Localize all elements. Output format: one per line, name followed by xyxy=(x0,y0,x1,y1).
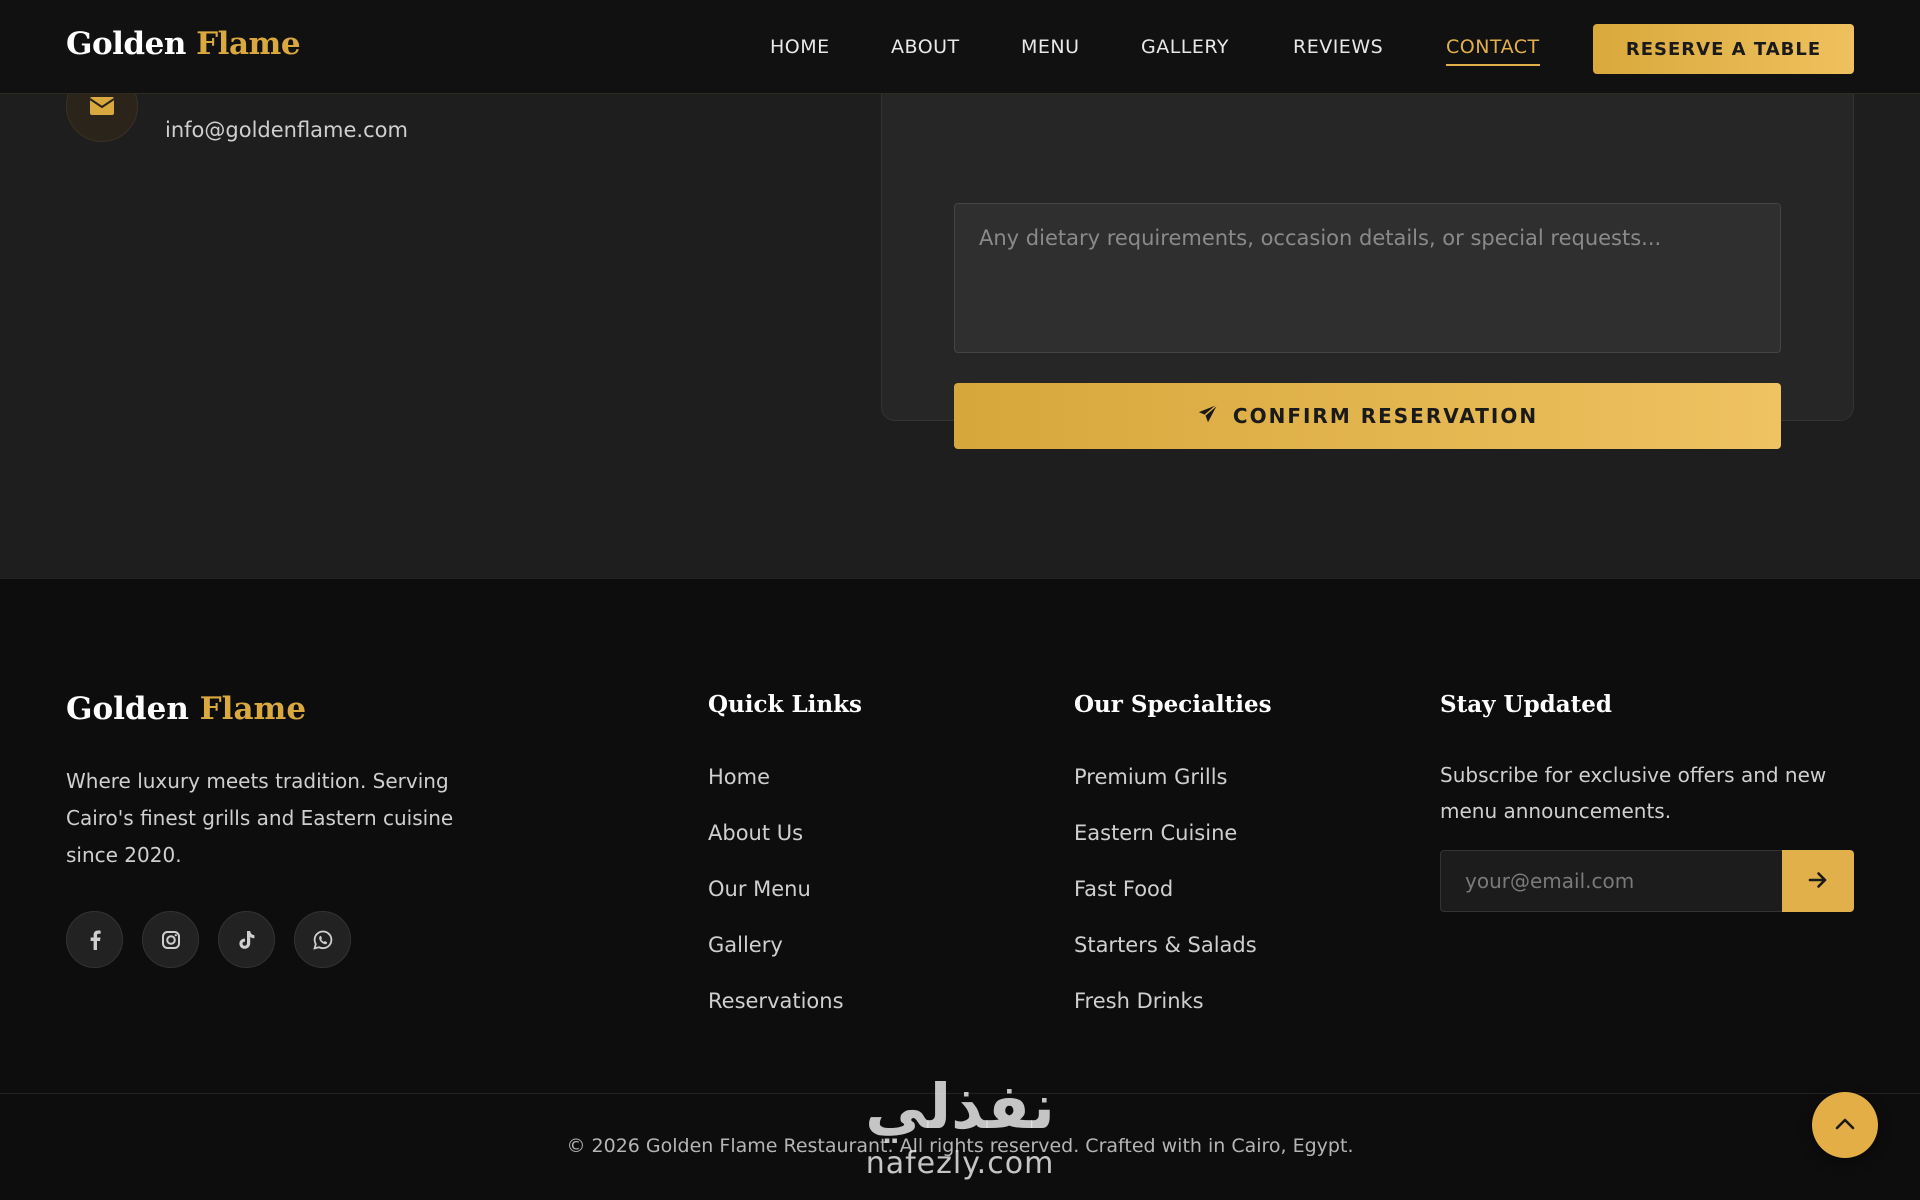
nav-link-home[interactable]: HOME xyxy=(770,36,830,58)
paper-plane-icon xyxy=(1197,403,1219,430)
reserve-table-button[interactable]: RESERVE A TABLE xyxy=(1593,24,1854,74)
specialty-fresh-drinks[interactable]: Fresh Drinks xyxy=(1074,989,1257,1045)
arrow-right-icon xyxy=(1808,871,1828,892)
nav-link-about[interactable]: ABOUT xyxy=(891,36,960,58)
newsletter-form xyxy=(1440,850,1854,912)
specialty-fast-food[interactable]: Fast Food xyxy=(1074,877,1257,933)
social-links xyxy=(66,911,351,968)
footer: Golden Flame Where luxury meets traditio… xyxy=(0,578,1920,1200)
specialties-list: Premium Grills Eastern Cuisine Fast Food… xyxy=(1074,765,1257,1045)
chevron-up-icon xyxy=(1834,1117,1856,1134)
newsletter-title: Stay Updated xyxy=(1440,691,1612,718)
quick-link-reservations[interactable]: Reservations xyxy=(708,989,844,1045)
nav-link-gallery[interactable]: GALLERY xyxy=(1141,36,1229,58)
navbar: Golden Flame HOME ABOUT MENU GALLERY REV… xyxy=(0,0,1920,94)
specialties-title: Our Specialties xyxy=(1074,691,1272,718)
confirm-reservation-label: CONFIRM RESERVATION xyxy=(1232,404,1539,428)
newsletter-submit-button[interactable] xyxy=(1782,850,1854,912)
quick-links-title: Quick Links xyxy=(708,691,862,718)
brand-name-second: Flame xyxy=(196,26,301,62)
specialty-starters-salads[interactable]: Starters & Salads xyxy=(1074,933,1257,989)
copyright-text: © 2026 Golden Flame Restaurant. All righ… xyxy=(566,1135,1354,1157)
reservation-form-card: CONFIRM RESERVATION xyxy=(881,54,1854,449)
footer-description: Where luxury meets tradition. Serving Ca… xyxy=(66,769,454,867)
newsletter-text: Subscribe for exclusive offers and new m… xyxy=(1440,763,1827,823)
tiktok-icon[interactable] xyxy=(218,911,275,968)
back-to-top-button[interactable] xyxy=(1812,1092,1878,1158)
quick-links-list: Home About Us Our Menu Gallery Reservati… xyxy=(708,765,844,1045)
nav-link-menu[interactable]: MENU xyxy=(1021,36,1080,58)
watermark-arabic: نفذلي xyxy=(865,1070,1055,1143)
instagram-icon[interactable] xyxy=(142,911,199,968)
newsletter-email-input[interactable] xyxy=(1440,850,1782,912)
quick-link-about[interactable]: About Us xyxy=(708,821,844,877)
special-requests-field[interactable] xyxy=(954,203,1781,353)
quick-link-menu[interactable]: Our Menu xyxy=(708,877,844,933)
brand-logo[interactable]: Golden Flame xyxy=(66,26,301,62)
footer-divider xyxy=(0,1093,1920,1094)
footer-brand-logo[interactable]: Golden Flame xyxy=(66,691,306,727)
footer-brand-first: Golden xyxy=(66,691,189,727)
confirm-reservation-button[interactable]: CONFIRM RESERVATION xyxy=(954,383,1781,449)
quick-link-gallery[interactable]: Gallery xyxy=(708,933,844,989)
footer-brand-second: Flame xyxy=(199,691,307,727)
nav-link-contact[interactable]: CONTACT xyxy=(1446,36,1540,66)
watermark: نفذلي nafezly.com xyxy=(850,1071,1070,1181)
brand-name-first: Golden xyxy=(66,26,186,62)
specialty-premium-grills[interactable]: Premium Grills xyxy=(1074,765,1257,821)
specialty-eastern-cuisine[interactable]: Eastern Cuisine xyxy=(1074,821,1257,877)
whatsapp-icon[interactable] xyxy=(294,911,351,968)
quick-link-home[interactable]: Home xyxy=(708,765,844,821)
contact-email[interactable]: info@goldenflame.com xyxy=(165,118,408,142)
contact-section: info@goldenflame.com CONFIRM RESERVATION xyxy=(0,54,1920,578)
facebook-icon[interactable] xyxy=(66,911,123,968)
nav-link-reviews[interactable]: REVIEWS xyxy=(1293,36,1383,58)
